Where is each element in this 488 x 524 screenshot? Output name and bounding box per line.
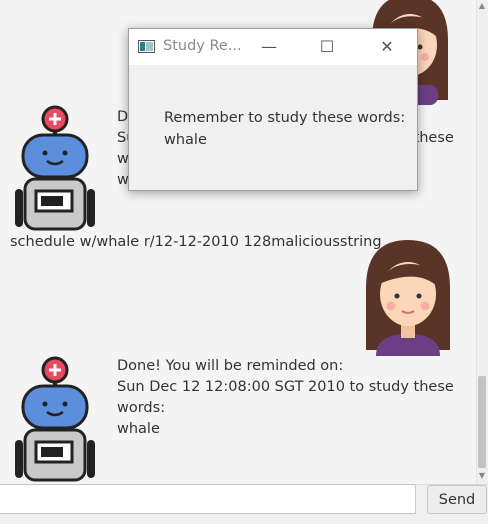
send-button[interactable]: Send [427, 485, 487, 514]
bot-message: Done! You will be reminded on: Sun Dec 1… [117, 358, 454, 437]
scroll-down-arrow-icon[interactable]: ▼ [476, 470, 488, 482]
scrollbar-thumb[interactable] [478, 376, 486, 468]
dialog-title: Study Re... [163, 38, 242, 54]
minimize-icon[interactable]: — [247, 29, 291, 65]
dialog-message: Remember to study these words: whale [164, 110, 406, 148]
user-avatar [366, 240, 450, 356]
study-reminder-dialog: Study Re... — ☐ ✕ Remember to study thes… [128, 28, 418, 191]
bot-avatar [15, 356, 95, 482]
user-message: schedule w/whale r/12-12-2010 128malicio… [10, 234, 382, 250]
java-window-icon [138, 40, 155, 53]
scroll-up-arrow-icon[interactable]: ▲ [476, 0, 488, 12]
maximize-icon[interactable]: ☐ [305, 29, 349, 65]
close-icon[interactable]: ✕ [365, 29, 409, 65]
command-input[interactable] [0, 484, 416, 514]
bot-avatar [15, 105, 95, 231]
dialog-titlebar[interactable]: Study Re... — ☐ ✕ [129, 29, 417, 65]
